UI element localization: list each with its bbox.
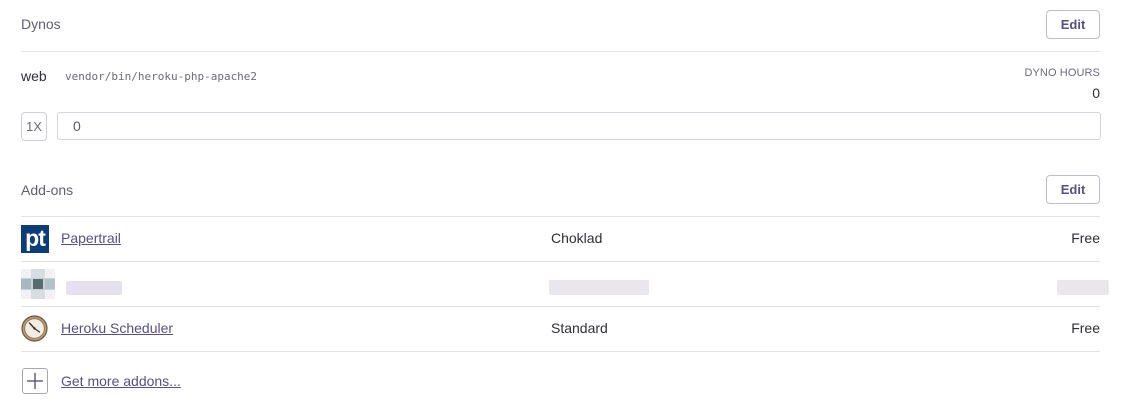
blurred-addon-plan [549,280,649,295]
addons-section-title: Add-ons [21,182,74,198]
dynos-section-title: Dynos [21,16,61,32]
dyno-process-name: web [21,68,47,84]
addon-link-heroku-scheduler[interactable]: Heroku Scheduler [61,320,173,336]
addon-price: Free [1071,230,1100,246]
addon-link-papertrail[interactable]: Papertrail [61,230,121,246]
divider [21,261,1100,262]
plus-icon [27,373,43,389]
divider [21,351,1100,352]
addons-edit-button[interactable]: Edit [1046,175,1100,204]
addon-plan: Standard [551,320,608,336]
dyno-size-badge[interactable]: 1X [21,112,47,141]
divider [21,51,1100,52]
dyno-command: vendor/bin/heroku-php-apache2 [65,70,258,83]
blurred-addon-price [1057,280,1109,295]
divider [21,216,1100,217]
addon-price: Free [1071,320,1100,336]
addon-plan: Choklad [551,230,603,246]
addon-row-papertrail: pt [21,225,49,253]
dyno-hours-value: 0 [1092,85,1100,101]
papertrail-logo-icon: pt [21,225,49,253]
blurred-addon-name [66,281,122,295]
get-more-addons-link[interactable]: Get more addons... [61,373,181,389]
blurred-addon-icon [21,269,55,299]
dynos-edit-button[interactable]: Edit [1046,10,1100,39]
clock-icon [21,315,48,342]
add-addon-button[interactable] [22,368,48,394]
dyno-quantity-input[interactable]: 0 [57,112,1101,140]
divider [21,306,1100,307]
dyno-hours-label: DYNO HOURS [1024,67,1100,79]
